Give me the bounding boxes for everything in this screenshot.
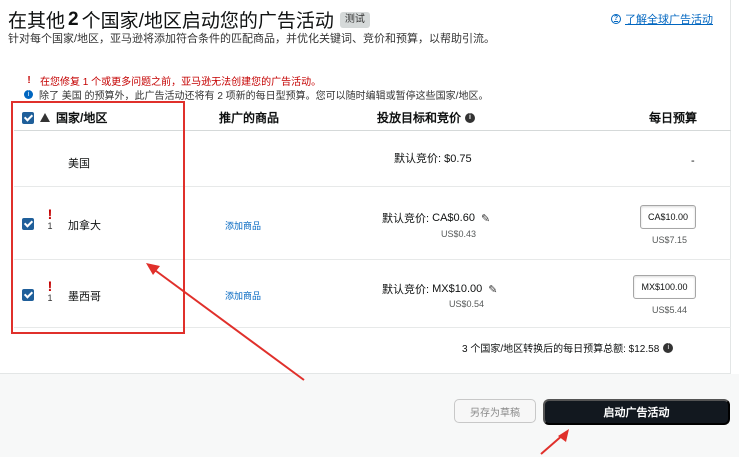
error-notice: ! 在您修复 1 个或更多问题之前，亚马逊无法创建您的广告活动。: [24, 73, 321, 88]
info-icon: i: [24, 90, 33, 99]
global-campaign-help-link[interactable]: ? 了解全球广告活动: [611, 11, 713, 27]
question-icon: ?: [611, 14, 621, 24]
title-count: 2: [68, 8, 79, 30]
beta-badge: 测试: [339, 11, 370, 28]
launch-campaign-button[interactable]: 启动广告活动: [543, 399, 730, 425]
info-notice-text: 除了 美国 的预算外，此广告活动还将有 2 项新的每日型预算。您可以随时编辑或暂…: [39, 91, 489, 102]
us-default-bid: 默认竞价: $0.75: [394, 153, 472, 165]
page-title: 在其他 2 个国家/地区启动您的广告活动 测试: [8, 6, 370, 33]
info-icon[interactable]: i: [465, 112, 476, 123]
header-products: 推广的商品: [219, 111, 280, 125]
title-suffix: 个国家/地区启动您的广告活动: [81, 11, 334, 32]
header-bid: 投放目标和竞价 i: [377, 109, 476, 126]
mexico-budget-input[interactable]: MX$100.00: [633, 275, 696, 299]
save-draft-button[interactable]: 另存为草稿: [454, 399, 536, 423]
header-budget: 每日预算: [649, 111, 698, 125]
edit-pencil-icon[interactable]: ✎: [481, 212, 490, 225]
canada-bid: 默认竞价: CA$0.60 ✎: [382, 210, 490, 226]
budget-total-text: 3 个国家/地区转换后的每日预算总额: $12.58: [462, 344, 660, 355]
annotation-highlight-box: [11, 101, 185, 334]
canada-bid-usd: US$0.43: [441, 229, 477, 239]
canada-bid-value: CA$0.60: [432, 212, 475, 224]
mexico-bid-label: 默认竞价:: [382, 284, 430, 296]
edit-pencil-icon[interactable]: ✎: [488, 283, 497, 296]
help-link-label: 了解全球广告活动: [625, 14, 713, 26]
mexico-bid: 默认竞价: MX$10.00 ✎: [382, 281, 498, 297]
title-prefix: 在其他: [8, 11, 66, 32]
mexico-bid-usd: US$0.54: [449, 299, 485, 309]
budget-total: 3 个国家/地区转换后的每日预算总额: $12.58 i: [462, 340, 674, 355]
mexico-add-products-link[interactable]: 添加商品: [225, 289, 261, 302]
canada-budget-input[interactable]: CA$10.00: [640, 205, 696, 229]
header-bid-label: 投放目标和竞价: [377, 111, 462, 125]
page-subtitle: 针对每个国家/地区，亚马逊将添加符合条件的匹配商品，并优化关键词、竞价和预算，以…: [8, 33, 496, 45]
info-icon[interactable]: i: [663, 342, 674, 353]
mexico-bid-value: MX$10.00: [432, 283, 483, 295]
error-notice-text: 在您修复 1 个或更多问题之前，亚马逊无法创建您的广告活动。: [40, 77, 322, 88]
info-notice: i 除了 美国 的预算外，此广告活动还将有 2 项新的每日型预算。您可以随时编辑…: [24, 87, 488, 102]
exclamation-icon: !: [27, 75, 31, 86]
us-budget: -: [691, 155, 695, 167]
canada-budget-usd: US$7.15: [652, 235, 688, 245]
canada-bid-label: 默认竞价:: [382, 213, 430, 225]
canada-add-products-link[interactable]: 添加商品: [225, 219, 261, 232]
mexico-budget-usd: US$5.44: [652, 305, 688, 315]
